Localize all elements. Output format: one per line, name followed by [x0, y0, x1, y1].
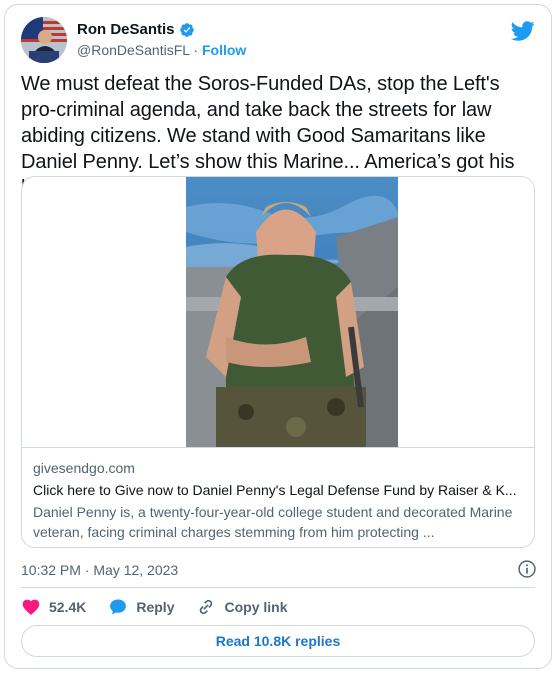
info-icon[interactable]	[517, 559, 537, 579]
like-button[interactable]: 52.4K	[21, 597, 86, 617]
timestamp[interactable]: 10:32 PM · May 12, 2023	[21, 561, 178, 580]
separator: ·	[193, 42, 199, 58]
reply-label: Reply	[136, 599, 175, 615]
copy-link-label: Copy link	[224, 599, 288, 615]
avatar[interactable]	[21, 17, 67, 63]
handle-row: @RonDeSantisFL · Follow	[77, 41, 246, 60]
reply-bubble-icon	[110, 599, 127, 615]
card-media[interactable]	[22, 177, 534, 448]
divider	[21, 587, 535, 588]
heart-icon	[22, 599, 40, 615]
card-body: givesendgo.com Click here to Give now to…	[33, 459, 527, 542]
link-card[interactable]: givesendgo.com Click here to Give now to…	[21, 176, 535, 548]
display-name[interactable]: Ron DeSantis	[77, 20, 175, 39]
twitter-bird-icon[interactable]	[511, 19, 535, 43]
card-description: Daniel Penny is, a twenty-four-year-old …	[33, 504, 513, 540]
reply-button[interactable]: Reply	[108, 597, 174, 617]
card-photo	[186, 177, 398, 447]
action-bar: 52.4K Reply Copy link	[21, 597, 310, 617]
author-names: Ron DeSantis @RonDeSantisFL · Follow	[77, 20, 246, 60]
read-replies-label: Read 10.8K replies	[215, 633, 341, 649]
follow-button[interactable]: Follow	[202, 42, 246, 58]
link-icon	[200, 599, 213, 615]
verified-badge-icon	[179, 22, 194, 37]
avatar-image	[21, 17, 67, 63]
card-title[interactable]: Click here to Give now to Daniel Penny's…	[33, 481, 527, 500]
tweet-card[interactable]: Ron DeSantis @RonDeSantisFL · Follow We …	[4, 4, 552, 669]
like-count: 52.4K	[49, 599, 87, 615]
tweet-header: Ron DeSantis @RonDeSantisFL · Follow	[21, 17, 535, 65]
card-domain[interactable]: givesendgo.com	[33, 459, 527, 478]
author-name-row[interactable]: Ron DeSantis	[77, 20, 246, 39]
handle[interactable]: @RonDeSantisFL	[77, 42, 190, 58]
copy-link-button[interactable]: Copy link	[196, 597, 288, 617]
read-replies-button[interactable]: Read 10.8K replies	[21, 625, 535, 657]
